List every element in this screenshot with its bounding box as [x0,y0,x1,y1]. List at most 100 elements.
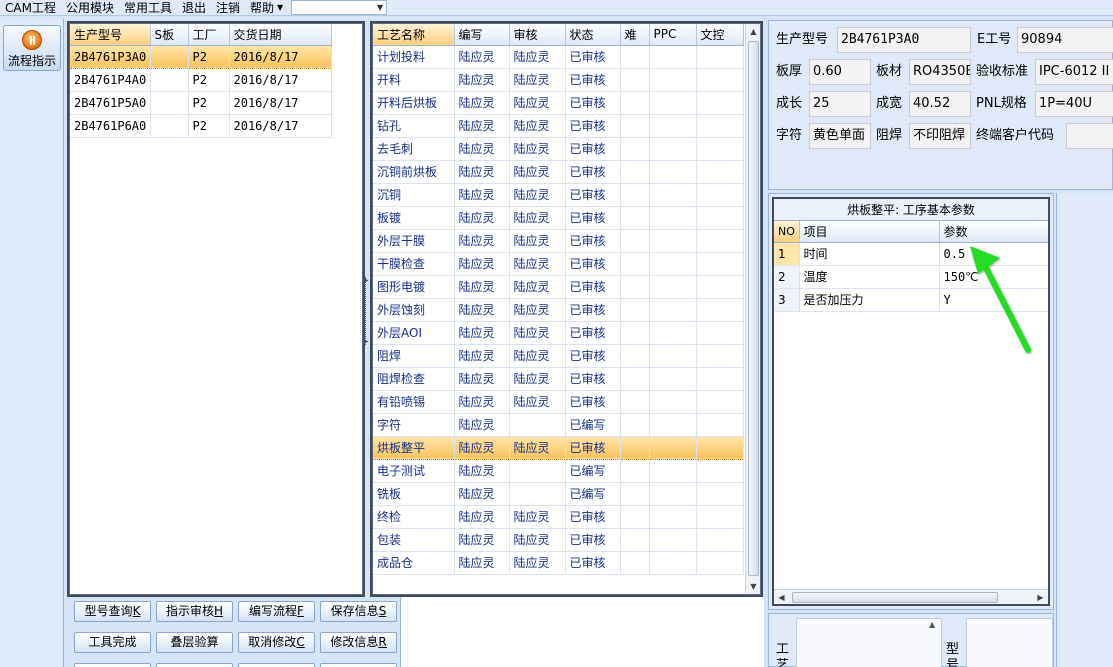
menu-common-modules[interactable]: 公用模块 [61,0,119,16]
width-field[interactable]: 40.52 [909,91,971,117]
cell-ppc [649,459,697,483]
col-header-difficulty[interactable]: 难 [620,24,650,46]
col-header-model[interactable]: 生产型号 [70,24,151,46]
table-row[interactable]: 板镀 陆应灵 陆应灵 已审核 [373,206,744,230]
partially-visible-button[interactable] [320,663,397,667]
table-row[interactable]: 图形电镀 陆应灵 陆应灵 已审核 [373,275,744,299]
scroll-right-icon[interactable]: ▶ [1033,590,1048,604]
model-field[interactable]: 2B4761P3A0 [837,27,971,53]
write-flow-button[interactable]: 编写流程F [238,601,315,622]
table-row[interactable]: 外层蚀刻 陆应灵 陆应灵 已审核 [373,298,744,322]
table-row[interactable]: 2B4761P4A0 P2 2016/8/17 [70,68,332,92]
cell-process-name: 阻焊 [373,344,455,368]
table-row[interactable]: 2B4761P5A0 P2 2016/8/17 [70,91,332,115]
cell-status: 已审核 [565,367,621,391]
length-field[interactable]: 25 [809,91,871,117]
table-row[interactable]: 包装 陆应灵 陆应灵 已审核 [373,528,744,552]
table-row[interactable]: 开料后烘板 陆应灵 陆应灵 已审核 [373,91,744,115]
cancel-edit-button[interactable]: 取消修改C [238,632,315,653]
table-row[interactable]: 去毛刺 陆应灵 陆应灵 已审核 [373,137,744,161]
table-row[interactable]: 干膜检查 陆应灵 陆应灵 已审核 [373,252,744,276]
table-row[interactable]: 成品仓 陆应灵 陆应灵 已审核 [373,551,744,575]
table-row[interactable]: 字符 陆应灵 已编写 [373,413,744,437]
table-row[interactable]: 2B4761P3A0 P2 2016/8/17 [70,44,332,69]
table-row[interactable]: 电子测试 陆应灵 已编写 [373,459,744,483]
cell-status: 已审核 [565,160,621,184]
pnl-spec-field[interactable]: 1P=40U [1035,91,1113,117]
menu-help[interactable]: 帮助 [245,0,279,16]
params-horizontal-scrollbar[interactable]: ◀ ▶ [774,589,1048,604]
model-query-button[interactable]: 型号查询K [74,601,151,622]
cell-process-name: 钻孔 [373,114,455,138]
menu-cam[interactable]: CAM工程 [0,0,61,16]
e-number-field[interactable]: 90894 [1017,27,1113,53]
partially-visible-button[interactable] [238,663,315,667]
col-header-ppc[interactable]: PPC [649,24,697,46]
thickness-field[interactable]: 0.60 [809,59,871,85]
cell-difficulty [620,344,650,368]
col-header-doc-control[interactable]: 文控 [696,24,744,46]
standard-field[interactable]: IPC-6012 II [1035,59,1113,85]
solder-mask-field[interactable]: 不印阻焊 [909,123,971,149]
scroll-up-icon[interactable]: ▲ [929,620,935,629]
cell-reviewer: 陆应灵 [509,344,566,368]
menu-overflow-icon[interactable]: ▼ [277,3,283,12]
cell-reviewer [509,413,566,437]
scrollbar-thumb[interactable] [748,41,759,576]
scroll-left-icon[interactable]: ◀ [774,590,789,604]
menu-combo-box[interactable]: ▼ [291,0,388,15]
col-header-delivery-date[interactable]: 交货日期 [229,24,332,46]
menu-logout[interactable]: 注销 [211,0,245,16]
edit-info-button[interactable]: 修改信息R [320,632,397,653]
menu-common-tools[interactable]: 常用工具 [119,0,177,16]
table-row[interactable]: 外层AOI 陆应灵 陆应灵 已审核 [373,321,744,345]
table-row[interactable]: 终检 陆应灵 陆应灵 已审核 [373,505,744,529]
cell-doc-control [696,321,744,345]
table-row[interactable]: 阻焊检查 陆应灵 陆应灵 已审核 [373,367,744,391]
partially-visible-button[interactable] [74,663,151,667]
cell-reviewer: 陆应灵 [509,68,566,92]
col-header-process-name[interactable]: 工艺名称 [373,24,455,46]
col-header-item[interactable]: 项目 [799,221,940,243]
partially-visible-button[interactable] [156,663,233,667]
model-notes-box[interactable] [966,618,1053,667]
table-row[interactable]: 沉铜前烘板 陆应灵 陆应灵 已审核 [373,160,744,184]
character-field[interactable]: 黄色单面 [809,123,871,149]
cell-ppc [649,229,697,253]
scroll-down-icon[interactable]: ▼ [746,579,760,594]
table-row[interactable]: 铣板 陆应灵 已编写 [373,482,744,506]
table-row[interactable]: 开料 陆应灵 陆应灵 已审核 [373,68,744,92]
table-row[interactable]: 2B4761P6A0 P2 2016/8/17 [70,114,332,138]
tool-complete-button[interactable]: 工具完成 [74,632,151,653]
scrollbar-thumb[interactable] [792,592,998,603]
table-row[interactable]: 烘板整平 陆应灵 陆应灵 已审核 [373,435,744,460]
cell-writer: 陆应灵 [454,367,510,391]
col-header-s-board[interactable]: S板 [150,24,189,46]
process-notes-box[interactable] [796,618,942,667]
chevron-down-icon[interactable]: ▼ [377,1,383,14]
cell-difficulty [620,413,650,437]
col-header-no[interactable]: NO [774,221,800,243]
process-vertical-scrollbar[interactable]: ▲ ▼ [745,24,760,594]
table-row[interactable]: 计划投料 陆应灵 陆应灵 已审核 [373,45,744,69]
cell-ppc [649,551,697,575]
scroll-up-icon[interactable]: ▲ [746,24,760,39]
save-info-button[interactable]: 保存信息S [320,601,397,622]
indication-review-button[interactable]: 指示审核H [156,601,233,622]
flow-indicator-button[interactable]: 流程指示 [3,25,61,71]
table-row[interactable]: 钻孔 陆应灵 陆应灵 已审核 [373,114,744,138]
stackup-check-button[interactable]: 叠层验算 [156,632,233,653]
cell-status: 已审核 [565,275,621,299]
table-row[interactable]: 沉铜 陆应灵 陆应灵 已审核 [373,183,744,207]
col-header-status[interactable]: 状态 [565,24,621,46]
col-header-factory[interactable]: 工厂 [188,24,230,46]
customer-code-field[interactable] [1066,123,1113,149]
table-row[interactable]: 有铅喷锡 陆应灵 陆应灵 已审核 [373,390,744,414]
cell-difficulty [620,321,650,345]
material-field[interactable]: RO4350B [909,59,971,85]
table-row[interactable]: 外层干膜 陆应灵 陆应灵 已审核 [373,229,744,253]
col-header-writer[interactable]: 编写 [454,24,510,46]
table-row[interactable]: 阻焊 陆应灵 陆应灵 已审核 [373,344,744,368]
menu-exit[interactable]: 退出 [177,0,211,16]
col-header-reviewer[interactable]: 审核 [509,24,566,46]
